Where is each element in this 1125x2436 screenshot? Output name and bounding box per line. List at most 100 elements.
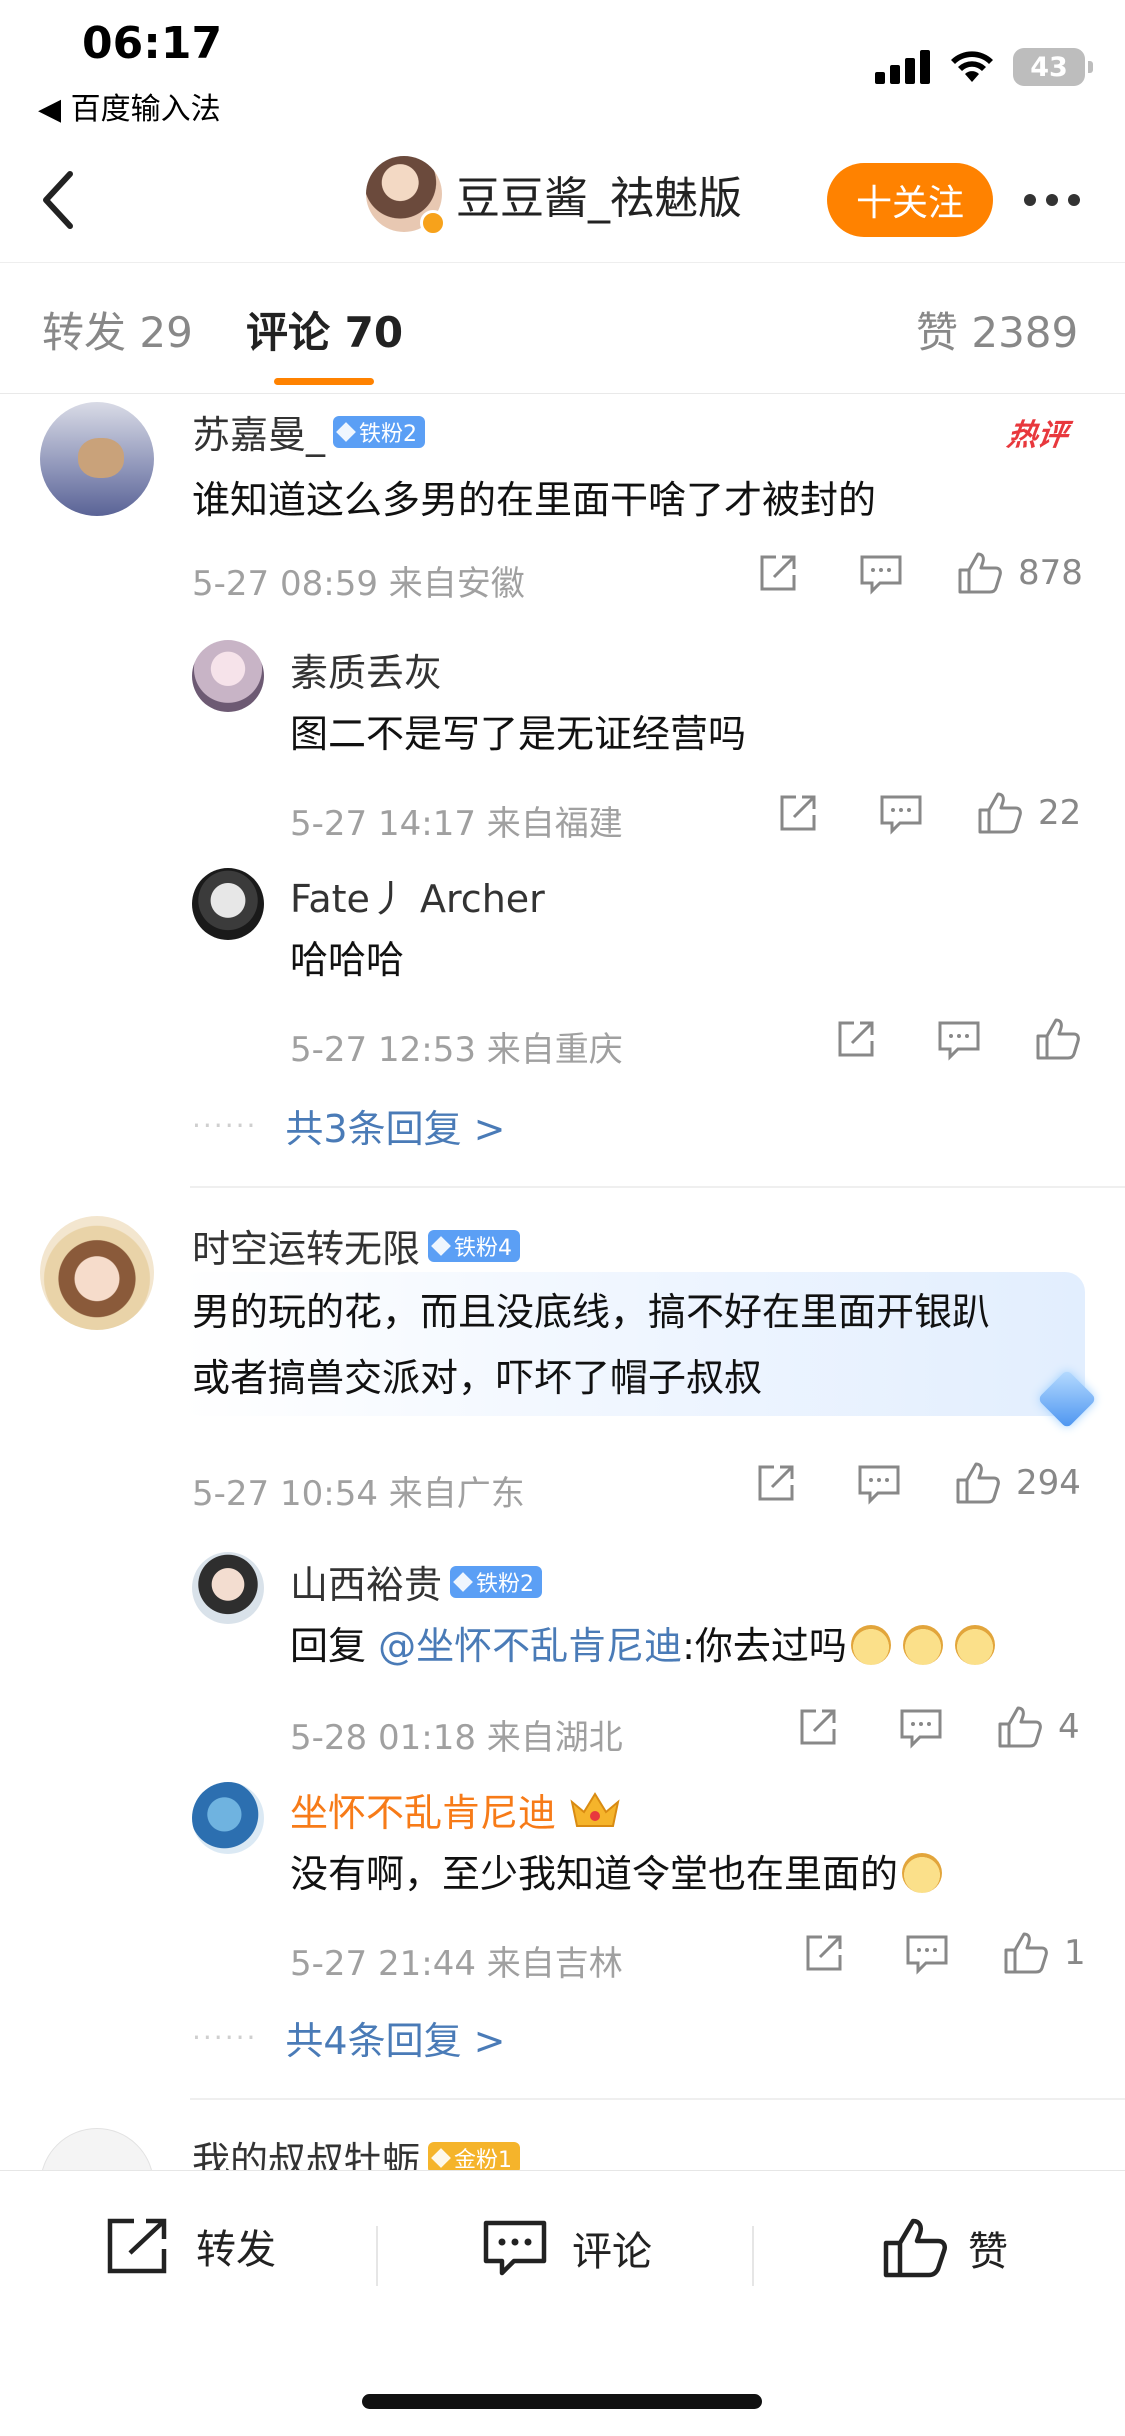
tab-comments[interactable]: 评论 70 (246, 299, 403, 360)
more-replies-label: 共4条回复 > (285, 2019, 506, 2063)
thumbs-up-icon (883, 2218, 947, 2278)
comment-icon[interactable] (904, 1931, 950, 1975)
like-count: 1 (1064, 1933, 1086, 1973)
more-options-icon[interactable] (1012, 170, 1092, 230)
back-to-app-link[interactable]: ◀ 百度输入法 (38, 84, 221, 128)
comment-username[interactable]: 苏嘉曼_ 铁粉2 (192, 404, 426, 459)
comment-text-line-2: 或者搞兽交派对，吓坏了帽子叔叔 (192, 1356, 763, 1400)
fan-badge: 铁粉2 (333, 415, 426, 448)
fan-badge-label: 铁粉2 (476, 1571, 535, 1597)
signal-icon (875, 50, 930, 84)
like-button[interactable]: 赞 (880, 2215, 1008, 2281)
fan-badge-label: 铁粉4 (454, 1235, 513, 1261)
reply-text: 回复 @坐怀不乱肯尼迪:你去过吗 (290, 1616, 995, 1676)
reply-text-content: 没有啊，至少我知道令堂也在里面的 (290, 1852, 899, 1896)
share-icon[interactable] (834, 1017, 878, 1061)
more-replies-link[interactable]: ······ 共3条回复 > (192, 1098, 506, 1153)
comment-actions: 878 (756, 550, 1083, 596)
comment-username[interactable]: 时空运转无限 铁粉4 (192, 1218, 521, 1273)
comment-icon[interactable] (856, 1461, 902, 1505)
like-action[interactable]: 1 (1002, 1930, 1086, 1976)
reply-meta: 5-27 21:44 来自吉林 (290, 1944, 623, 1984)
like-action[interactable] (1034, 1016, 1082, 1062)
tab-bar: 转发 29 评论 70 赞 2389 (0, 262, 1125, 394)
battery-icon: 43 (1013, 48, 1093, 86)
share-icon (107, 2218, 167, 2274)
comment-divider (190, 2098, 1125, 2100)
avatar[interactable] (192, 1552, 264, 1624)
tab-likes[interactable]: 赞 2389 (916, 299, 1078, 360)
like-action[interactable]: 294 (954, 1460, 1081, 1506)
header-user[interactable]: 豆豆酱_祛魅版 (366, 156, 742, 236)
comment-icon[interactable] (878, 791, 924, 835)
comment-meta: 5-27 08:59 来自安徽 (192, 564, 525, 604)
avatar[interactable] (192, 868, 264, 940)
thumbs-up-icon (998, 1706, 1042, 1748)
comment-button[interactable]: 评论 (480, 2215, 652, 2281)
like-count: 4 (1058, 1707, 1080, 1747)
reply-actions: 1 (802, 1930, 1086, 1976)
wifi-icon (951, 51, 993, 82)
avatar[interactable] (192, 640, 264, 712)
like-action[interactable]: 878 (956, 550, 1083, 596)
thumbs-up-icon (978, 792, 1022, 834)
more-replies-label: 共3条回复 > (285, 1107, 506, 1151)
comment-icon (483, 2220, 547, 2276)
share-icon[interactable] (796, 1705, 840, 1749)
toolbar-separator (752, 2226, 754, 2286)
reply-actions (834, 1016, 1082, 1062)
doge-emoji-icon (954, 1625, 995, 1665)
comment-label: 评论 (572, 2229, 652, 2275)
follow-button[interactable]: 十关注 (827, 163, 993, 237)
reply-actions: 4 (796, 1704, 1080, 1750)
mention-link[interactable]: @坐怀不乱肯尼迪 (378, 1624, 682, 1668)
reply-text: 图二不是写了是无证经营吗 (290, 712, 747, 756)
share-icon[interactable] (776, 791, 820, 835)
like-count: 878 (1018, 553, 1083, 593)
like-action[interactable]: 4 (996, 1704, 1080, 1750)
comment-text-line-1: 男的玩的花，而且没底线，搞不好在里面开银趴 (192, 1290, 991, 1334)
reply-username[interactable]: 坐怀不乱肯尼迪 (290, 1782, 622, 1837)
repost-button[interactable]: 转发 (104, 2215, 276, 2277)
thumbs-up-icon (956, 1462, 1000, 1504)
like-count: 22 (1038, 793, 1082, 833)
reply-meta: 5-27 12:53 来自重庆 (290, 1030, 623, 1070)
fan-badge: 金粉1 (428, 2141, 521, 2174)
thumbs-up-icon (1036, 1018, 1080, 1060)
reply-suffix: :你去过吗 (682, 1624, 847, 1668)
reply-text: 哈哈哈 (290, 938, 405, 982)
verified-badge-icon (420, 210, 446, 236)
home-indicator[interactable] (362, 2394, 762, 2409)
reply-username[interactable]: Fate丿 Archer (290, 868, 545, 923)
reply-text: 没有啊，至少我知道令堂也在里面的 (290, 1844, 943, 1904)
username-text: 时空运转无限 (192, 1227, 421, 1271)
reply-username[interactable]: 山西裕贵 铁粉2 (290, 1554, 543, 1609)
avatar[interactable] (366, 156, 446, 236)
share-icon[interactable] (756, 551, 800, 595)
avatar[interactable] (192, 1782, 264, 1854)
dots-icon: ······ (192, 1109, 258, 1142)
like-count: 294 (1016, 1463, 1081, 1503)
comment-text: 谁知道这么多男的在里面干啥了才被封的 (192, 478, 877, 522)
share-icon[interactable] (754, 1461, 798, 1505)
reply-username[interactable]: 素质丢灰 (290, 642, 442, 697)
comment-icon[interactable] (898, 1705, 944, 1749)
comment-icon[interactable] (936, 1017, 982, 1061)
back-arrow-icon[interactable] (30, 160, 90, 240)
avatar[interactable] (40, 402, 154, 516)
status-bar: 06:17 ◀ 百度输入法 43 (0, 0, 1125, 130)
reply-actions: 22 (776, 790, 1081, 836)
comment-meta: 5-27 10:54 来自广东 (192, 1474, 525, 1514)
username-text: 苏嘉曼_ (192, 413, 326, 457)
header-username: 豆豆酱_祛魅版 (456, 173, 742, 224)
avatar[interactable] (40, 1216, 154, 1330)
tab-repost[interactable]: 转发 29 (42, 299, 193, 360)
nav-header: 豆豆酱_祛魅版 十关注 (0, 140, 1125, 260)
like-label: 赞 (968, 2229, 1008, 2275)
more-replies-link[interactable]: ······ 共4条回复 > (192, 2010, 506, 2065)
toolbar-separator (376, 2226, 378, 2286)
like-action[interactable]: 22 (976, 790, 1081, 836)
share-icon[interactable] (802, 1931, 846, 1975)
comment-icon[interactable] (858, 551, 904, 595)
doge-emoji-icon (850, 1625, 891, 1665)
